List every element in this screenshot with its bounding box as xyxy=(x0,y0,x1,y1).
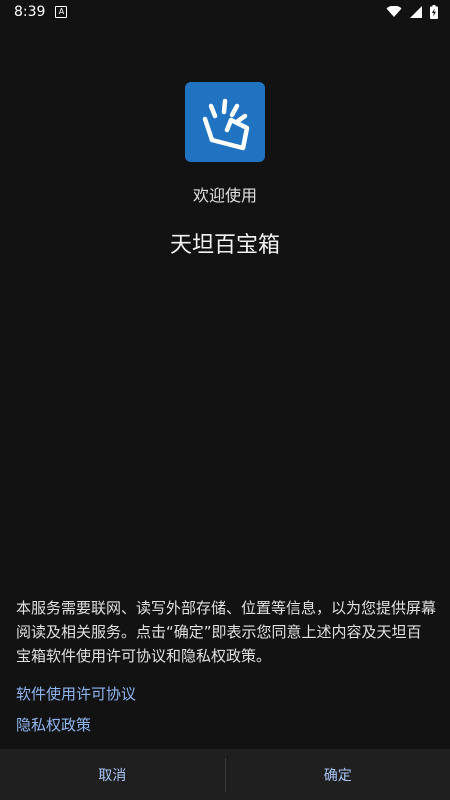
permission-notice: 本服务需要联网、读写外部存储、位置等信息，以为您提供屏幕阅读及相关服务。点击“确… xyxy=(16,599,437,665)
welcome-text: 欢迎使用 xyxy=(192,186,257,205)
license-agreement-link[interactable]: 软件使用许可协议 xyxy=(16,683,136,704)
status-time: 8:39 xyxy=(14,4,46,20)
wifi-icon xyxy=(386,6,402,17)
app-logo-icon xyxy=(185,82,265,162)
privacy-policy-link[interactable]: 隐私权政策 xyxy=(16,714,91,735)
signal-icon xyxy=(410,6,422,18)
status-left: 8:39 A xyxy=(14,4,68,20)
status-bar: 8:39 A xyxy=(0,0,450,24)
confirm-button[interactable]: 确定 xyxy=(226,749,450,800)
app-name-title: 天坦百宝箱 xyxy=(169,233,280,258)
bottom-action-bar: 取消 确定 xyxy=(0,749,450,800)
cancel-button[interactable]: 取消 xyxy=(0,749,225,800)
app-logo-graphic xyxy=(202,98,250,151)
battery-charging-icon xyxy=(430,5,438,19)
status-right xyxy=(386,5,438,19)
a-letter-icon: A xyxy=(55,6,68,18)
